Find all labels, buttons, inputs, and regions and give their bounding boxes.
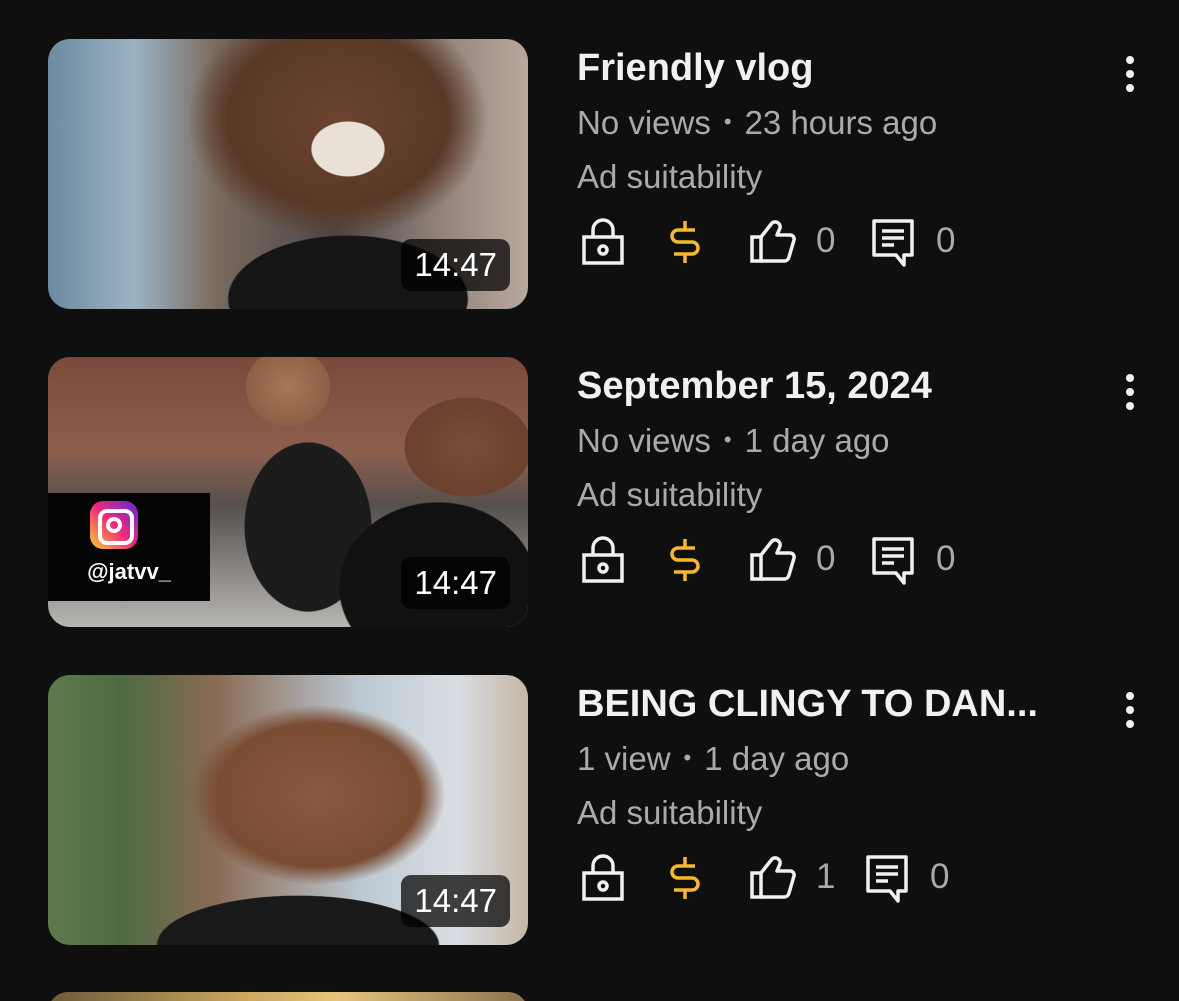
view-count: No views xyxy=(577,422,711,459)
comment-icon xyxy=(870,535,916,587)
meta-separator: • xyxy=(683,745,692,771)
more-options-button[interactable] xyxy=(1110,46,1150,102)
more-options-button[interactable] xyxy=(1110,364,1150,420)
instagram-handle: @jatvv_ xyxy=(87,559,171,584)
upload-age: 1 day ago xyxy=(744,422,890,459)
video-stats: 1 0 xyxy=(580,849,1000,905)
like-count: 0 xyxy=(816,221,836,260)
thumbs-up-icon xyxy=(748,217,798,265)
video-stats: 0 0 xyxy=(580,213,1000,269)
video-stats: 0 0 xyxy=(580,531,1000,587)
lock-icon xyxy=(580,853,626,901)
like-count: 1 xyxy=(816,857,836,896)
video-meta: No views • 1 day ago xyxy=(577,419,890,465)
lock-icon xyxy=(580,535,626,583)
instagram-overlay: @jatvv_ xyxy=(48,493,210,601)
view-count: No views xyxy=(577,104,711,141)
video-item[interactable]: 14:47 Friendly vlog No views • 23 hours ag… xyxy=(0,38,1179,310)
ad-suitability-label[interactable]: Ad suitability xyxy=(577,155,762,199)
more-vertical-icon xyxy=(1126,692,1134,700)
video-meta: 1 view • 1 day ago xyxy=(577,737,849,783)
meta-separator: • xyxy=(723,109,732,135)
duration-badge: 14:47 xyxy=(401,557,510,609)
dollar-icon xyxy=(668,853,702,901)
instagram-icon xyxy=(90,501,138,549)
video-title[interactable]: BEING CLINGY TO DAN... xyxy=(577,679,1087,729)
comment-count: 0 xyxy=(930,857,950,896)
video-thumbnail[interactable]: 14:47 xyxy=(48,39,528,309)
video-meta: No views • 23 hours ago xyxy=(577,101,937,147)
video-item[interactable]: 14:47 BEING CLINGY TO DAN... 1 view • 1 da… xyxy=(0,674,1179,946)
dollar-icon xyxy=(668,217,702,265)
duration-badge: 14:47 xyxy=(401,239,510,291)
lock-icon xyxy=(580,217,626,265)
thumbs-up-icon xyxy=(748,535,798,583)
ad-suitability-label[interactable]: Ad suitability xyxy=(577,473,762,517)
video-item[interactable]: @jatvv_ 14:47 September 15, 2024 No view… xyxy=(0,356,1179,628)
video-list: 14:47 Friendly vlog No views • 23 hours ag… xyxy=(0,0,1179,1001)
next-video-thumbnail[interactable] xyxy=(48,992,528,1001)
view-count: 1 view xyxy=(577,740,671,777)
like-count: 0 xyxy=(816,539,836,578)
comment-icon xyxy=(870,217,916,269)
more-options-button[interactable] xyxy=(1110,682,1150,738)
video-title[interactable]: September 15, 2024 xyxy=(577,361,1087,411)
duration-badge: 14:47 xyxy=(401,875,510,927)
dollar-icon xyxy=(668,535,702,583)
more-vertical-icon xyxy=(1126,374,1134,382)
meta-separator: • xyxy=(723,427,732,453)
video-thumbnail[interactable]: @jatvv_ 14:47 xyxy=(48,357,528,627)
comment-count: 0 xyxy=(936,221,956,260)
ad-suitability-label[interactable]: Ad suitability xyxy=(577,791,762,835)
video-thumbnail[interactable]: 14:47 xyxy=(48,675,528,945)
upload-age: 1 day ago xyxy=(704,740,850,777)
video-title[interactable]: Friendly vlog xyxy=(577,43,1087,93)
thumbs-up-icon xyxy=(748,853,798,901)
comment-count: 0 xyxy=(936,539,956,578)
comment-icon xyxy=(864,853,910,905)
more-vertical-icon xyxy=(1126,56,1134,64)
upload-age: 23 hours ago xyxy=(744,104,938,141)
